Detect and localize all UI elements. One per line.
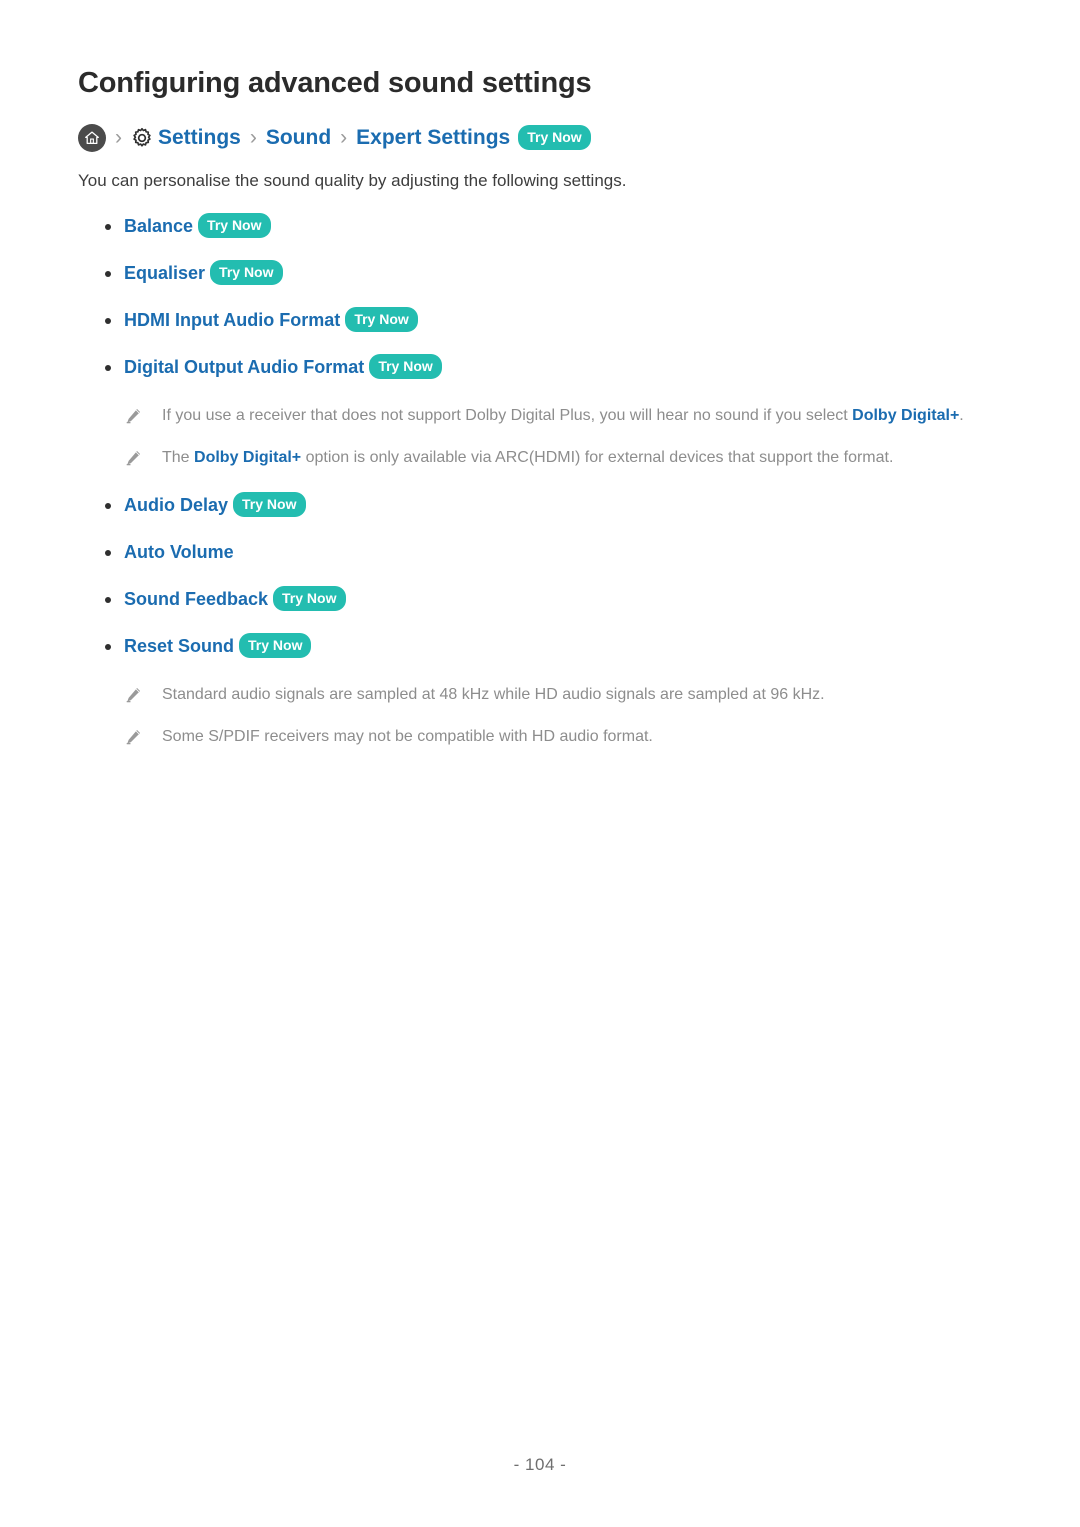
- try-now-badge[interactable]: Try Now: [239, 633, 312, 659]
- list-item[interactable]: Sound Feedback Try Now: [78, 586, 1002, 612]
- list-item[interactable]: Audio Delay Try Now: [78, 492, 1002, 518]
- try-now-badge[interactable]: Try Now: [198, 213, 271, 239]
- gear-icon: [131, 127, 153, 149]
- note-text-post: .: [959, 407, 964, 425]
- note-text-post: option is only available via ARC(HDMI) f…: [301, 449, 894, 467]
- try-now-badge[interactable]: Try Now: [518, 125, 591, 151]
- try-now-badge[interactable]: Try Now: [345, 307, 418, 333]
- pencil-icon: [124, 407, 142, 425]
- breadcrumb-separator-1: ›: [115, 126, 122, 150]
- breadcrumb: › Settings › Sound › Expert Settings Try…: [78, 123, 1002, 153]
- setting-label: Equaliser: [124, 263, 206, 284]
- note-highlight: Dolby Digital+: [194, 449, 302, 467]
- note-text-pre: Standard audio signals are sampled at 48…: [162, 686, 825, 704]
- page-title: Configuring advanced sound settings: [78, 67, 592, 99]
- pencil-icon: [124, 449, 142, 467]
- page-number: - 104 -: [513, 1455, 567, 1474]
- note-text-pre: The: [162, 449, 195, 467]
- pencil-icon: [124, 728, 142, 746]
- try-now-badge[interactable]: Try Now: [210, 260, 283, 286]
- setting-label: Balance: [124, 216, 194, 237]
- list-item[interactable]: Reset Sound Try Now: [78, 633, 1002, 659]
- settings-list-secondary: Audio Delay Try Now Auto Volume Sound Fee…: [78, 492, 1002, 659]
- note-item: Standard audio signals are sampled at 48…: [78, 683, 1002, 707]
- try-now-badge[interactable]: Try Now: [369, 354, 442, 380]
- note-item: If you use a receiver that does not supp…: [78, 404, 1002, 428]
- breadcrumb-item-settings[interactable]: Settings: [158, 127, 241, 148]
- setting-label: Auto Volume: [124, 542, 234, 563]
- setting-label: Reset Sound: [124, 636, 235, 657]
- list-item[interactable]: Balance Try Now: [78, 213, 1002, 239]
- list-item[interactable]: Auto Volume: [78, 539, 1002, 565]
- notes-list-primary: If you use a receiver that does not supp…: [78, 404, 1002, 470]
- setting-label: Audio Delay: [124, 495, 229, 516]
- note-text-pre: If you use a receiver that does not supp…: [162, 407, 853, 425]
- list-item[interactable]: Digital Output Audio Format Try Now: [78, 354, 1002, 380]
- breadcrumb-item-expert-settings[interactable]: Expert Settings: [356, 127, 510, 148]
- note-highlight: Dolby Digital+: [852, 407, 960, 425]
- setting-label: Digital Output Audio Format: [124, 357, 365, 378]
- note-text-pre: Some S/PDIF receivers may not be compati…: [162, 728, 653, 746]
- home-icon[interactable]: [78, 123, 106, 152]
- setting-label: HDMI Input Audio Format: [124, 310, 341, 331]
- manual-page: Configuring advanced sound settings › Se…: [0, 0, 1080, 1527]
- breadcrumb-item-sound[interactable]: Sound: [266, 127, 331, 148]
- notes-list-secondary: Standard audio signals are sampled at 48…: [78, 683, 1002, 749]
- try-now-badge[interactable]: Try Now: [273, 586, 346, 612]
- intro-paragraph: You can personalise the sound quality by…: [78, 170, 627, 190]
- pencil-icon: [124, 686, 142, 704]
- note-item: The Dolby Digital+ option is only availa…: [78, 446, 1002, 470]
- list-item[interactable]: HDMI Input Audio Format Try Now: [78, 307, 1002, 333]
- settings-list-primary: Balance Try Now Equaliser Try Now HDMI Inp…: [78, 213, 1002, 380]
- setting-label: Sound Feedback: [124, 589, 269, 610]
- note-item: Some S/PDIF receivers may not be compati…: [78, 725, 1002, 749]
- try-now-badge[interactable]: Try Now: [233, 492, 306, 518]
- list-item[interactable]: Equaliser Try Now: [78, 260, 1002, 286]
- breadcrumb-separator-2: ›: [249, 126, 257, 150]
- breadcrumb-separator-3: ›: [340, 126, 348, 150]
